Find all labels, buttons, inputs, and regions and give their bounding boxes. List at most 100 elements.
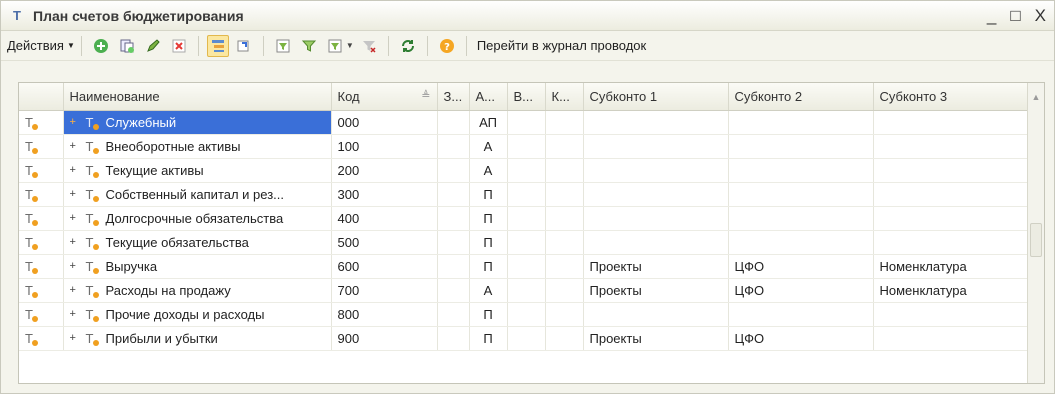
scroll-up-icon[interactable]: ▲ — [1028, 83, 1044, 110]
subconto-1[interactable] — [583, 302, 729, 327]
header-subconto-3[interactable]: Субконто 3 — [873, 83, 1030, 111]
k-cell[interactable] — [545, 206, 584, 231]
subconto-3[interactable]: Номенклатура — [873, 254, 1030, 279]
subconto-2[interactable] — [728, 110, 874, 135]
table-row[interactable]: T + T Выручка 600 П Проекты ЦФО Номенклатура — [19, 254, 1030, 279]
account-code[interactable]: 900 — [331, 326, 438, 351]
filter-list-button[interactable] — [324, 35, 346, 57]
subconto-3[interactable] — [873, 302, 1030, 327]
table-row[interactable]: T + T Прочие доходы и расходы 800 П — [19, 302, 1030, 327]
v-cell[interactable] — [507, 326, 546, 351]
z-cell[interactable] — [437, 230, 470, 255]
expand-icon[interactable]: + — [70, 188, 82, 200]
expand-icon[interactable]: + — [70, 260, 82, 272]
table-row[interactable]: T + T Расходы на продажу 700 А Проекты ЦФО Номен… — [19, 278, 1030, 303]
journal-link[interactable]: Перейти в журнал проводок — [477, 38, 646, 53]
subconto-1[interactable] — [583, 134, 729, 159]
account-name-cell[interactable]: + T Расходы на продажу — [63, 278, 332, 303]
subconto-2[interactable] — [728, 158, 874, 183]
z-cell[interactable] — [437, 110, 470, 135]
copy-button[interactable] — [116, 35, 138, 57]
z-cell[interactable] — [437, 158, 470, 183]
v-cell[interactable] — [507, 302, 546, 327]
account-code[interactable]: 800 — [331, 302, 438, 327]
k-cell[interactable] — [545, 110, 584, 135]
k-cell[interactable] — [545, 278, 584, 303]
account-code[interactable]: 200 — [331, 158, 438, 183]
account-name-cell[interactable]: + T Текущие обязательства — [63, 230, 332, 255]
table-row[interactable]: T + T Текущие обязательства 500 П — [19, 230, 1030, 255]
subconto-3[interactable] — [873, 326, 1030, 351]
actions-menu[interactable]: Действия ▼ — [7, 38, 75, 53]
expand-icon[interactable]: + — [70, 236, 82, 248]
account-name-cell[interactable]: + T Служебный — [63, 110, 332, 135]
scrollbar-thumb[interactable] — [1030, 223, 1042, 257]
delete-button[interactable] — [168, 35, 190, 57]
table-row[interactable]: T + T Долгосрочные обязательства 400 П — [19, 206, 1030, 231]
subconto-3[interactable] — [873, 182, 1030, 207]
account-type[interactable]: П — [469, 230, 508, 255]
expand-icon[interactable]: + — [70, 212, 82, 224]
add-button[interactable] — [90, 35, 112, 57]
table-row[interactable]: T + T Внеоборотные активы 100 А — [19, 134, 1030, 159]
subconto-2[interactable] — [728, 230, 874, 255]
subconto-1[interactable] — [583, 110, 729, 135]
expand-icon[interactable]: + — [70, 116, 82, 128]
account-name-cell[interactable]: + T Текущие активы — [63, 158, 332, 183]
k-cell[interactable] — [545, 182, 584, 207]
account-type[interactable]: П — [469, 182, 508, 207]
header-subconto-2[interactable]: Субконто 2 — [728, 83, 874, 111]
refresh-button[interactable] — [397, 35, 419, 57]
v-cell[interactable] — [507, 158, 546, 183]
table-row[interactable]: T + T Текущие активы 200 А — [19, 158, 1030, 183]
account-name-cell[interactable]: + T Прочие доходы и расходы — [63, 302, 332, 327]
account-name-cell[interactable]: + T Выручка — [63, 254, 332, 279]
header-icon[interactable] — [19, 83, 64, 111]
minimize-button[interactable]: _ — [987, 6, 996, 25]
subconto-1[interactable] — [583, 230, 729, 255]
header-a[interactable]: А... — [469, 83, 508, 111]
subconto-1[interactable]: Проекты — [583, 278, 729, 303]
k-cell[interactable] — [545, 230, 584, 255]
table-row[interactable]: T + T Служебный 000 АП — [19, 110, 1030, 135]
account-type[interactable]: А — [469, 134, 508, 159]
account-type[interactable]: П — [469, 254, 508, 279]
header-code[interactable]: Код ≜ — [331, 83, 438, 111]
header-v[interactable]: В... — [507, 83, 546, 111]
account-type[interactable]: А — [469, 278, 508, 303]
expand-icon[interactable]: + — [70, 140, 82, 152]
subconto-2[interactable] — [728, 206, 874, 231]
v-cell[interactable] — [507, 134, 546, 159]
hierarchy-view-button[interactable] — [206, 34, 229, 57]
filter-button[interactable] — [272, 35, 294, 57]
v-cell[interactable] — [507, 182, 546, 207]
account-code[interactable]: 600 — [331, 254, 438, 279]
z-cell[interactable] — [437, 134, 470, 159]
filter-by-value-button[interactable] — [298, 35, 320, 57]
account-code[interactable]: 000 — [331, 110, 438, 135]
subconto-3[interactable] — [873, 158, 1030, 183]
z-cell[interactable] — [437, 254, 470, 279]
parent-level-button[interactable] — [233, 35, 255, 57]
subconto-3[interactable]: Номенклатура — [873, 278, 1030, 303]
table-row[interactable]: T + T Прибыли и убытки 900 П Проекты ЦФО — [19, 326, 1030, 351]
account-code[interactable]: 300 — [331, 182, 438, 207]
account-type[interactable]: АП — [469, 110, 508, 135]
v-cell[interactable] — [507, 230, 546, 255]
header-subconto-1[interactable]: Субконто 1 — [583, 83, 729, 111]
expand-icon[interactable]: + — [70, 332, 82, 344]
subconto-1[interactable] — [583, 158, 729, 183]
v-cell[interactable] — [507, 110, 546, 135]
subconto-2[interactable] — [728, 302, 874, 327]
table-row[interactable]: T + T Собственный капитал и рез... 300 П — [19, 182, 1030, 207]
account-code[interactable]: 500 — [331, 230, 438, 255]
k-cell[interactable] — [545, 302, 584, 327]
subconto-2[interactable]: ЦФО — [728, 254, 874, 279]
subconto-2[interactable] — [728, 182, 874, 207]
header-k[interactable]: К... — [545, 83, 584, 111]
k-cell[interactable] — [545, 254, 584, 279]
subconto-3[interactable] — [873, 134, 1030, 159]
account-type[interactable]: П — [469, 326, 508, 351]
k-cell[interactable] — [545, 158, 584, 183]
z-cell[interactable] — [437, 326, 470, 351]
